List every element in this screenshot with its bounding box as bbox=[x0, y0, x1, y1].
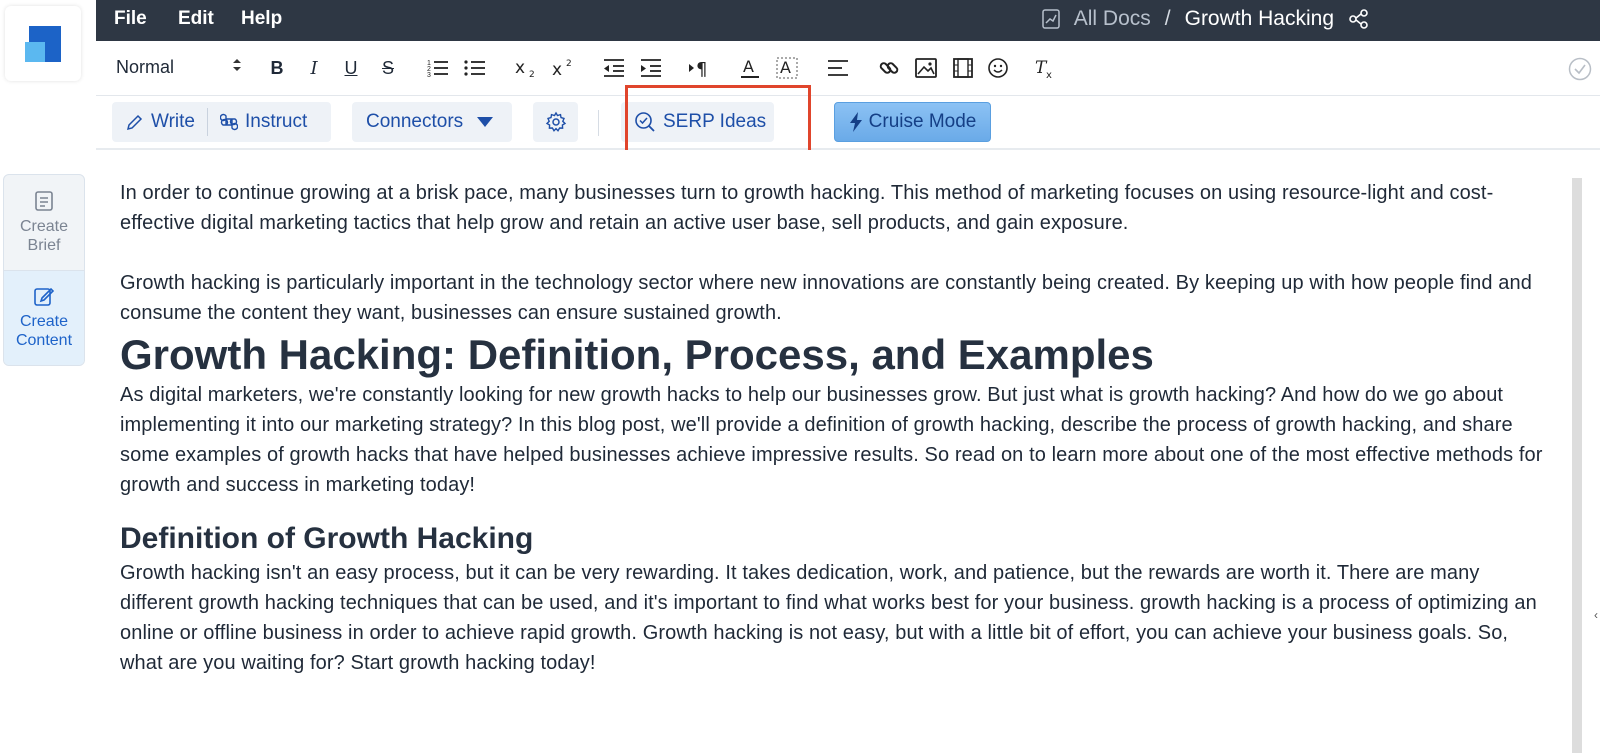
menu-help[interactable]: Help bbox=[241, 8, 282, 30]
svg-text:¶: ¶ bbox=[696, 59, 707, 78]
collapse-handle-icon[interactable]: ‹ bbox=[1594, 608, 1598, 622]
scrollbar[interactable] bbox=[1572, 178, 1582, 753]
share-icon[interactable] bbox=[1348, 8, 1370, 30]
cruise-mode-label: Cruise Mode bbox=[868, 111, 977, 132]
editor-area[interactable]: In order to continue growing at a brisk … bbox=[96, 150, 1600, 753]
gear-icon bbox=[545, 111, 566, 132]
underline-icon[interactable]: U bbox=[340, 55, 362, 81]
create-content-button[interactable]: Create Content bbox=[4, 270, 84, 365]
paragraph-2[interactable]: Growth hacking is particularly important… bbox=[120, 268, 1544, 328]
menubar: File Edit Help All Docs / Growth Hacking bbox=[96, 0, 1600, 41]
action-separator bbox=[598, 110, 599, 136]
breadcrumb-current: Growth Hacking bbox=[1184, 7, 1334, 30]
heading-2[interactable]: Definition of Growth Hacking bbox=[120, 520, 1544, 558]
bullet-list-icon[interactable] bbox=[463, 55, 487, 81]
chart-doc-icon bbox=[1041, 9, 1060, 29]
text-style-value: Normal bbox=[116, 57, 175, 77]
highlight-color-icon[interactable]: A bbox=[776, 55, 798, 81]
menu-file[interactable]: File bbox=[114, 8, 147, 30]
emoji-icon[interactable] bbox=[987, 55, 1009, 81]
lightning-icon bbox=[849, 112, 862, 132]
connectors-dropdown[interactable]: Connectors bbox=[352, 102, 512, 142]
left-rail: Create Brief Create Content bbox=[0, 0, 96, 753]
settings-button[interactable] bbox=[533, 102, 578, 142]
command-icon bbox=[219, 113, 238, 131]
link-icon[interactable] bbox=[878, 55, 900, 81]
clear-format-icon[interactable]: Tx bbox=[1034, 55, 1056, 81]
outdent-icon[interactable] bbox=[602, 55, 626, 81]
video-icon[interactable] bbox=[952, 55, 974, 81]
paragraph-3[interactable]: As digital marketers, we're constantly l… bbox=[120, 380, 1544, 500]
italic-icon[interactable]: I bbox=[303, 55, 325, 81]
svg-text:x: x bbox=[552, 60, 562, 79]
svg-text:2: 2 bbox=[529, 70, 535, 79]
logo-icon bbox=[25, 25, 61, 62]
indent-icon[interactable] bbox=[639, 55, 663, 81]
create-brief-label-1: Create bbox=[19, 217, 69, 235]
image-icon[interactable] bbox=[915, 55, 937, 81]
write-instruct-group: Write Instruct bbox=[112, 102, 331, 142]
subscript-icon[interactable]: x2 bbox=[514, 55, 540, 81]
instruct-button[interactable]: Instruct bbox=[219, 111, 308, 133]
superscript-icon[interactable]: x2 bbox=[551, 55, 577, 81]
create-brief-label-2: Brief bbox=[27, 236, 61, 254]
app-logo[interactable] bbox=[5, 6, 81, 81]
select-arrows-icon bbox=[233, 59, 241, 71]
saved-check-icon bbox=[1568, 57, 1592, 81]
connectors-label: Connectors bbox=[366, 111, 464, 132]
svg-text:2: 2 bbox=[566, 59, 572, 69]
action-bar: Write Instruct Connectors SERP Ideas Cru… bbox=[96, 85, 1600, 161]
text-style-select[interactable]: Normal bbox=[116, 57, 242, 78]
breadcrumb-all-docs[interactable]: All Docs bbox=[1074, 7, 1151, 31]
align-icon[interactable] bbox=[827, 55, 849, 81]
create-content-label-1: Create bbox=[19, 313, 69, 330]
svg-text:A: A bbox=[780, 58, 791, 77]
edit-icon bbox=[34, 287, 54, 306]
heading-1[interactable]: Growth Hacking: Definition, Process, and… bbox=[120, 330, 1544, 380]
format-toolbar: Normal B I U S 123 x2 x2 ¶ A A T x bbox=[96, 41, 1600, 96]
menu-edit[interactable]: Edit bbox=[178, 8, 214, 30]
ordered-list-icon[interactable]: 123 bbox=[426, 55, 450, 81]
breadcrumb-separator: / bbox=[1164, 7, 1171, 30]
svg-text:x: x bbox=[515, 58, 525, 78]
font-color-icon[interactable]: A bbox=[739, 55, 761, 81]
document-icon bbox=[35, 190, 53, 211]
pill-divider bbox=[206, 108, 208, 136]
paragraph-4[interactable]: Growth hacking isn't an easy process, bu… bbox=[120, 558, 1544, 678]
rail-nav: Create Brief Create Content bbox=[3, 174, 85, 366]
strikethrough-icon[interactable]: S bbox=[377, 55, 399, 81]
breadcrumb: All Docs / Growth Hacking bbox=[1041, 7, 1370, 31]
svg-text:A: A bbox=[743, 57, 754, 76]
caret-down-icon bbox=[477, 117, 494, 127]
instruct-label: Instruct bbox=[244, 111, 308, 132]
create-content-label-2: Content bbox=[15, 332, 73, 349]
cruise-mode-button[interactable]: Cruise Mode bbox=[834, 102, 991, 142]
create-brief-button[interactable]: Create Brief bbox=[4, 175, 84, 270]
write-label: Write bbox=[151, 111, 195, 132]
svg-text:3: 3 bbox=[427, 72, 431, 78]
bold-icon[interactable]: B bbox=[266, 55, 288, 81]
svg-text:x: x bbox=[1046, 70, 1052, 79]
pencil-icon bbox=[126, 114, 143, 131]
write-button[interactable]: Write bbox=[126, 111, 195, 133]
paragraph-1[interactable]: In order to continue growing at a brisk … bbox=[120, 178, 1544, 238]
document-body[interactable]: In order to continue growing at a brisk … bbox=[120, 178, 1544, 678]
text-direction-icon[interactable]: ¶ bbox=[688, 55, 712, 81]
